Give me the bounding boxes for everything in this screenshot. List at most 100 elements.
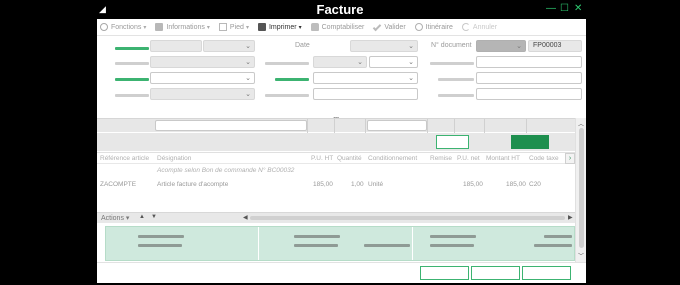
field-label-bar [275, 78, 309, 81]
actions-menu[interactable]: Actions ▾ [101, 214, 129, 222]
document-header: ⌄ ⌄ ⌄ ⌄ Date ⌄ ⌄ ⌄ ⌄ N° document ⌄ FP000… [97, 35, 586, 131]
chevron-down-icon: ⌄ [408, 75, 414, 82]
row-code-taxe: C20 [529, 181, 541, 188]
row-designation: Acompte selon Bon de commande N° BC00032 [157, 167, 295, 174]
move-down-icon[interactable]: ▼ [151, 214, 157, 220]
row-pu-net: 185,00 [463, 181, 483, 188]
header-input[interactable] [476, 88, 582, 100]
primary-button[interactable] [511, 135, 549, 149]
itineraire-button[interactable]: Itinéraire [414, 23, 453, 31]
maximize-button[interactable]: ☐ [560, 3, 569, 15]
header-input[interactable] [476, 72, 582, 84]
document-type-select[interactable]: ⌄ [476, 40, 526, 52]
totals-panel [105, 226, 575, 261]
total-label-bar [138, 244, 182, 247]
actions-label: Actions [101, 215, 124, 222]
gear-icon [100, 23, 108, 31]
row-reference: ZACOMPTE [100, 181, 137, 188]
calendar-icon: ⌄ [408, 59, 414, 66]
outline-button[interactable] [436, 135, 469, 149]
column-header[interactable]: Quantité [337, 155, 362, 162]
header-input[interactable] [476, 56, 582, 68]
header-select[interactable]: ⌄ [150, 56, 255, 68]
date-field[interactable]: ⌄ [350, 40, 418, 52]
calendar-icon: ⌄ [408, 43, 414, 50]
column-separator [526, 119, 527, 133]
field-label-bar [265, 62, 309, 65]
comptabiliser-button[interactable]: Comptabiliser [310, 23, 364, 31]
filter-input[interactable] [367, 120, 427, 131]
filter-input[interactable] [155, 120, 307, 131]
column-header[interactable]: P.U. HT [311, 155, 333, 162]
close-button[interactable]: ✕ [574, 3, 582, 15]
field-label-bar [115, 47, 149, 50]
field-label-bar [438, 94, 474, 97]
next-columns-button[interactable]: › [565, 153, 575, 164]
document-number-value: FP00003 [533, 42, 562, 49]
check-icon [373, 22, 382, 32]
valider-button[interactable]: Valider [373, 22, 406, 32]
chevron-down-icon: ⌄ [245, 75, 251, 82]
chevron-down-icon: ▾ [125, 215, 130, 222]
total-label-bar [294, 244, 338, 247]
footer-button[interactable] [471, 266, 520, 280]
header-input[interactable] [313, 88, 418, 100]
row-conditionnement: Unité [368, 181, 384, 188]
date-picker[interactable]: ⌄ [369, 56, 418, 68]
header-select[interactable]: ⌄ [313, 56, 367, 68]
move-up-icon[interactable]: ▲ [139, 214, 145, 220]
column-separator [365, 119, 366, 133]
toolbar: Fonctions ▾ Informations ▾ Pied ▾ Imprim… [97, 19, 586, 35]
printer-icon [257, 23, 266, 31]
field-label-bar [438, 78, 474, 81]
vertical-scrollbar[interactable]: ︿ ﹀ [575, 118, 586, 262]
grid-hscroll-track[interactable] [250, 216, 565, 220]
field-label-bar [115, 78, 149, 81]
column-header[interactable]: Référence article [100, 155, 149, 162]
header-select[interactable]: ⌄ [203, 40, 255, 52]
chevron-down-icon: ▾ [206, 24, 210, 31]
header-select[interactable] [150, 40, 202, 52]
column-header[interactable]: Remise [430, 155, 452, 162]
imprimer-menu[interactable]: Imprimer ▾ [257, 23, 302, 31]
pied-label: Pied [229, 23, 244, 31]
column-header[interactable]: Code taxe [529, 155, 559, 162]
column-header[interactable]: Montant HT [486, 155, 520, 162]
footer-button[interactable] [420, 266, 469, 280]
footer-bar [97, 262, 586, 283]
column-header[interactable]: P.U. net [457, 155, 480, 162]
pied-menu[interactable]: Pied ▾ [218, 23, 249, 31]
scrollbar-thumb[interactable] [579, 128, 584, 248]
scroll-down-icon[interactable]: ﹀ [578, 251, 584, 260]
info-icon [155, 23, 164, 31]
scroll-left-icon[interactable]: ◀ [243, 214, 248, 221]
fonctions-menu[interactable]: Fonctions ▾ [100, 23, 146, 31]
row-quantite: 1,00 [351, 181, 364, 188]
footer-icon [218, 23, 227, 31]
panel-divider [412, 227, 413, 260]
document-number-label: N° document [431, 42, 472, 49]
header-select[interactable]: ⌄ [313, 72, 418, 84]
imprimer-label: Imprimer [268, 23, 297, 31]
column-header[interactable]: Désignation [157, 155, 191, 162]
field-label-bar [115, 94, 149, 97]
footer-button[interactable] [522, 266, 571, 280]
header-select[interactable]: ⌄ [150, 72, 255, 84]
chevron-down-icon: ▾ [245, 24, 249, 31]
document-number-field[interactable]: FP00003 [528, 40, 582, 52]
valider-label: Valider [384, 23, 406, 31]
chevron-down-icon: ⌄ [516, 43, 522, 50]
table-row[interactable]: Acompte selon Bon de commande N° BC00032 [97, 165, 575, 177]
scroll-right-icon[interactable]: ▶ [568, 214, 573, 221]
chevron-down-icon: ▾ [298, 24, 302, 31]
total-label-bar [138, 235, 184, 238]
header-select[interactable]: ⌄ [150, 88, 255, 100]
column-header[interactable]: Conditionnement [368, 155, 417, 162]
table-row[interactable]: ZACOMPTE Article facture d'acompte 185,0… [97, 179, 575, 191]
minimize-button[interactable]: — [546, 3, 556, 15]
date-label: Date [295, 42, 310, 49]
informations-menu[interactable]: Informations ▾ [155, 23, 210, 31]
search-icon [414, 23, 423, 31]
scroll-up-icon[interactable]: ︿ [578, 119, 584, 128]
annuler-button[interactable]: Annuler [461, 23, 497, 31]
